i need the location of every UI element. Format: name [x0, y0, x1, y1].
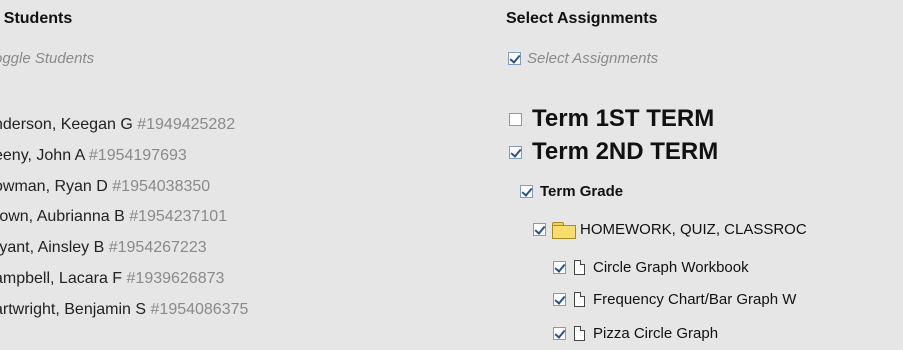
assignment-label: Frequency Chart/Bar Graph W — [593, 291, 797, 308]
term-1st-checkbox[interactable] — [509, 112, 522, 126]
assignment-checkbox[interactable] — [553, 293, 566, 306]
category-row[interactable]: HOMEWORK, QUIZ, CLASSROC — [533, 221, 807, 239]
term-row-1st[interactable]: Term 1ST TERM — [509, 105, 714, 133]
student-name: eeny, John A — [0, 146, 85, 164]
term-2nd-label: Term 2ND TERM — [532, 138, 719, 165]
student-row[interactable]: nderson, Keegan G #1949425282 — [0, 113, 248, 144]
assignments-panel: Select Assignments Select Assignments Te… — [505, 0, 903, 350]
student-list: nderson, Keegan G #1949425282 eeny, John… — [0, 113, 248, 329]
term-grade-label: Term Grade — [540, 183, 624, 200]
category-checkbox[interactable] — [533, 223, 546, 236]
assignment-checkbox[interactable] — [553, 261, 566, 274]
assignment-checkbox[interactable] — [553, 327, 566, 340]
assignment-row[interactable]: Pizza Circle Graph — [553, 325, 718, 342]
term-grade-checkbox[interactable] — [520, 185, 533, 198]
student-name: nderson, Keegan G — [0, 116, 133, 133]
term-grade-row[interactable]: Term Grade — [520, 183, 623, 200]
student-id: #1954237101 — [129, 208, 228, 226]
folder-icon — [552, 221, 576, 239]
student-row[interactable]: owman, Ryan D #1954038350 — [0, 175, 248, 206]
student-id: #1954267223 — [108, 239, 207, 257]
term-row-2nd[interactable]: Term 2ND TERM — [509, 138, 718, 166]
student-name: rown, Aubrianna B — [0, 208, 125, 226]
student-id: #1954086375 — [150, 300, 249, 318]
student-row[interactable]: rown, Aubrianna B #1954237101 — [0, 205, 248, 236]
select-assignments-label: Select Assignments — [527, 50, 659, 67]
assignment-label: Pizza Circle Graph — [593, 325, 719, 342]
student-row[interactable]: artwright, Benjamin S #1954086375 — [0, 298, 248, 329]
student-id: #1954038350 — [112, 177, 211, 195]
student-row[interactable]: eeny, John A #1954197693 — [0, 144, 248, 175]
assignment-label: Circle Graph Workbook — [593, 259, 749, 276]
document-icon — [574, 260, 585, 275]
select-all-assignments-checkbox[interactable] — [508, 52, 521, 65]
student-id: #1939626873 — [126, 269, 225, 287]
assignment-row[interactable]: Frequency Chart/Bar Graph W — [553, 291, 796, 308]
student-id: #1949425282 — [137, 116, 236, 133]
student-row[interactable]: ampbell, Lacara F #1939626873 — [0, 267, 248, 298]
student-id: #1954197693 — [88, 146, 187, 164]
student-name: ampbell, Lacara F — [0, 269, 123, 287]
students-panel: t Students oggle Students nderson, Keega… — [0, 0, 470, 350]
assignment-row[interactable]: Circle Graph Workbook — [553, 259, 749, 276]
document-icon — [574, 326, 585, 341]
toggle-students-link[interactable]: oggle Students — [0, 50, 94, 67]
student-name: artwright, Benjamin S — [0, 300, 147, 318]
student-name: owman, Ryan D — [0, 177, 108, 195]
student-row[interactable]: ryant, Ainsley B #1954267223 — [0, 236, 248, 267]
term-2nd-checkbox[interactable] — [509, 145, 522, 159]
students-panel-title: t Students — [0, 10, 73, 27]
term-1st-label: Term 1ST TERM — [532, 105, 715, 132]
category-label: HOMEWORK, QUIZ, CLASSROC — [580, 221, 807, 238]
student-name: ryant, Ainsley B — [0, 239, 105, 257]
assignments-panel-title: Select Assignments — [506, 10, 658, 27]
select-assignments-toggle[interactable]: Select Assignments — [508, 50, 658, 67]
document-icon — [574, 292, 585, 307]
